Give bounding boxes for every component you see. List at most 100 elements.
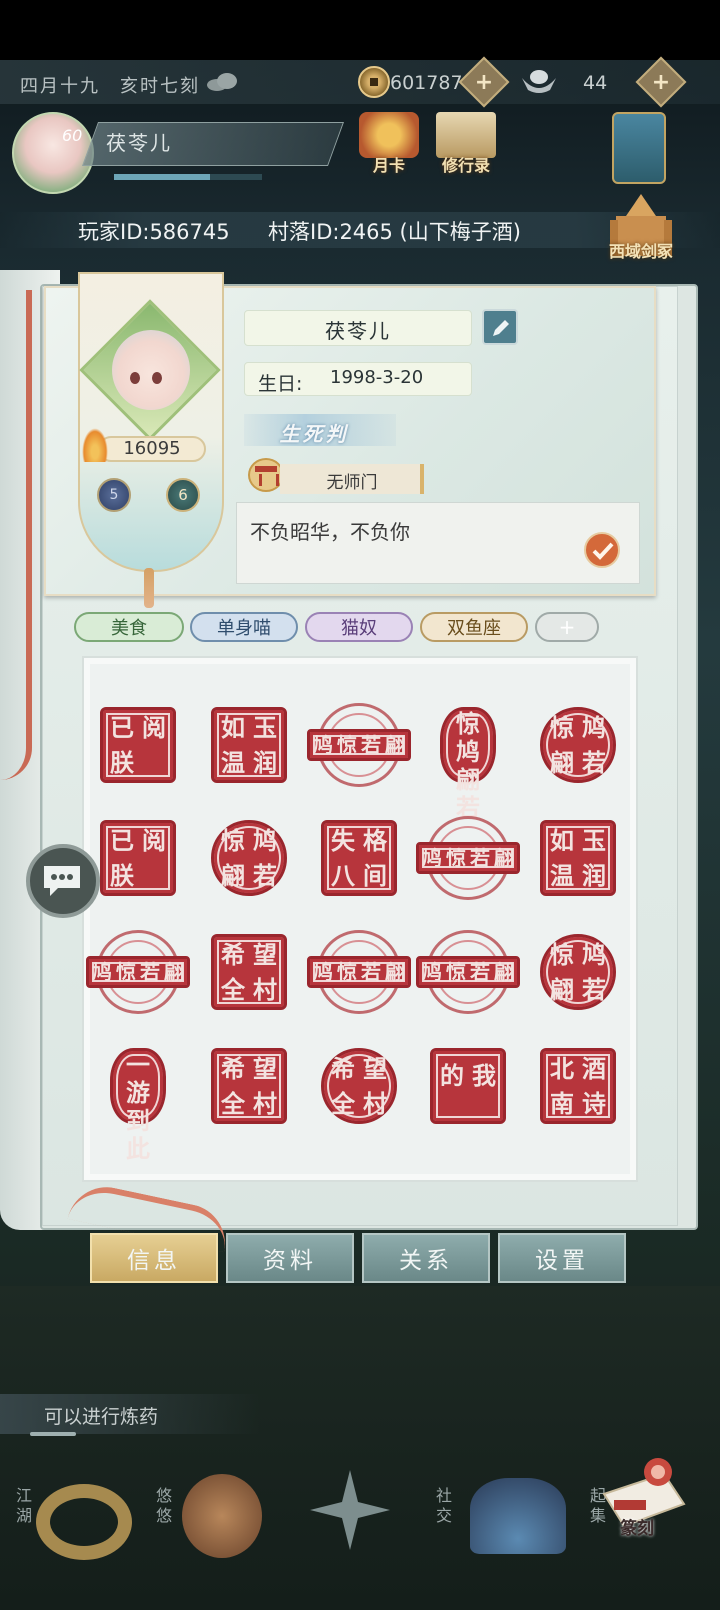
seal-character: 若 <box>253 860 277 890</box>
seal-character: 格 <box>363 825 387 855</box>
player-avatar[interactable] <box>12 112 94 194</box>
seal-character: 温 <box>221 747 245 777</box>
month-card-button[interactable]: 月卡 <box>354 112 424 176</box>
seal-character: 若 <box>470 960 490 984</box>
tab-label: 关系 <box>399 1248 453 1274</box>
tab-info[interactable]: 信息 <box>90 1233 218 1283</box>
seal-character: 朕 <box>110 747 134 777</box>
seal-stamp[interactable]: 鸠惊若翩 <box>307 729 411 761</box>
seal-character: 阅 <box>142 825 166 855</box>
seal-character: 希 <box>331 1053 355 1083</box>
seal-character: 惊 <box>550 939 574 969</box>
nav-label: 社交 <box>436 1486 453 1525</box>
seal-stamp[interactable]: 希望全村 <box>211 934 287 1010</box>
seal-character: 鸠 <box>92 960 112 984</box>
seal-stamp[interactable]: 如玉温润 <box>211 707 287 783</box>
birthday-label: 生日: <box>258 373 303 395</box>
nav-youyou[interactable]: 悠悠 <box>150 1480 260 1590</box>
plus-icon: + <box>651 69 671 95</box>
seal-character: 已 <box>110 712 134 742</box>
seal-character: 惊 <box>221 825 245 855</box>
seal-stamp[interactable]: 如玉温润 <box>540 820 616 896</box>
seal-character: 已 <box>110 825 134 855</box>
nav-label: 江湖 <box>16 1486 33 1525</box>
ticket-icon[interactable] <box>612 112 666 184</box>
task-hint-progress <box>30 1432 76 1436</box>
silver-ingot-icon <box>522 70 556 93</box>
chat-button[interactable] <box>26 844 100 918</box>
seal-character: 鸠 <box>313 960 333 984</box>
pencil-icon <box>493 320 509 336</box>
portrait-eye-left <box>130 372 140 384</box>
tab-settings[interactable]: 设置 <box>498 1233 626 1283</box>
tag-food[interactable]: 美食 <box>74 612 184 642</box>
title-badge-level[interactable]: 6 <box>166 478 200 512</box>
seal-character: 润 <box>253 747 277 777</box>
ingot-count: 44 <box>583 72 608 94</box>
seal-stamp[interactable]: 惊鸠翩若 <box>540 934 616 1010</box>
bookmark-ribbon <box>0 290 32 780</box>
character-portrait[interactable] <box>112 330 190 410</box>
seal-stamp[interactable]: 一游到此 <box>110 1048 166 1163</box>
pin-icon <box>144 568 154 608</box>
seal-stamp[interactable]: 已阅朕 <box>100 707 176 783</box>
seal-character: 的 <box>440 1060 464 1090</box>
tab-data[interactable]: 资料 <box>226 1233 354 1283</box>
seal-character: 鸠 <box>422 846 442 870</box>
power-value: 16095 <box>123 438 181 459</box>
seal-character: 八 <box>331 860 355 890</box>
seal-character: 鸠 <box>422 960 442 984</box>
cloud-icon <box>207 73 237 91</box>
seal-character: 翩 <box>550 974 574 1004</box>
nav-jianghu[interactable]: 江湖 <box>10 1480 120 1590</box>
player-name: 茯苓儿 <box>106 131 172 155</box>
cultivation-record-button[interactable]: 修行录 <box>426 112 506 176</box>
seal-character: 若 <box>582 974 606 1004</box>
seal-stamp[interactable]: 惊鸠翩若 <box>540 707 616 783</box>
seal-character: 翩 <box>221 860 245 890</box>
confirm-signature-button[interactable] <box>584 532 620 568</box>
seal-stamp[interactable]: 惊鸠翩若 <box>211 820 287 896</box>
seal-stamp[interactable]: 鸠惊若翩 <box>416 842 520 874</box>
profile-name: 茯苓儿 <box>325 319 391 343</box>
nav-social[interactable]: 社交 <box>430 1480 540 1590</box>
edit-name-button[interactable] <box>482 309 518 345</box>
seal-character: 惊 <box>456 709 480 738</box>
seal-stamp[interactable]: 鸠惊若翩 <box>416 956 520 988</box>
tag-cat-lover[interactable]: 猫奴 <box>305 612 413 642</box>
exp-bar-fill <box>114 174 210 180</box>
seal-stamp[interactable]: 惊鸠翩若 <box>440 707 496 822</box>
seal-stamp[interactable]: 北酒南诗 <box>540 1048 616 1124</box>
gate-icon <box>248 458 284 492</box>
seal-stamp[interactable]: 失格八间 <box>321 820 397 896</box>
tag-single[interactable]: 单身喵 <box>190 612 298 642</box>
tab-label: 资料 <box>263 1248 317 1274</box>
seal-character: 酒 <box>582 1053 606 1083</box>
portrait-eye-right <box>152 372 162 384</box>
tag-label: 猫奴 <box>341 618 377 639</box>
seal-character: 玉 <box>582 825 606 855</box>
add-tag-button[interactable]: + <box>535 612 599 642</box>
seal-character: 翩 <box>164 960 184 984</box>
task-hint-text: 可以进行炼药 <box>44 1406 159 1428</box>
seal-character: 望 <box>363 1053 387 1083</box>
seal-stamp[interactable]: 已阅朕 <box>100 820 176 896</box>
seal-character: 到 <box>126 1106 150 1135</box>
tab-label: 设置 <box>535 1248 589 1274</box>
seal-stamp[interactable]: 希望全村 <box>321 1048 397 1124</box>
seal-stamp[interactable]: 的我 <box>430 1048 506 1124</box>
seal-character: 翩 <box>385 960 405 984</box>
seal-stamp[interactable]: 希望全村 <box>211 1048 287 1124</box>
seal-stamp[interactable]: 鸠惊若翩 <box>86 956 190 988</box>
seal-character: 村 <box>363 1088 387 1118</box>
seal-character: 惊 <box>446 960 466 984</box>
tab-relation[interactable]: 关系 <box>362 1233 490 1283</box>
birthday-value: 1998-3-20 <box>330 367 424 388</box>
seal-character: 村 <box>253 1088 277 1118</box>
seal-stamp[interactable]: 鸠惊若翩 <box>307 956 411 988</box>
sect-badge-text: 生死判 <box>279 422 349 446</box>
seal-character: 惊 <box>116 960 136 984</box>
title-badge-wave[interactable]: 5 <box>97 478 131 512</box>
checkmark-icon <box>592 542 614 560</box>
tag-pisces[interactable]: 双鱼座 <box>420 612 528 642</box>
